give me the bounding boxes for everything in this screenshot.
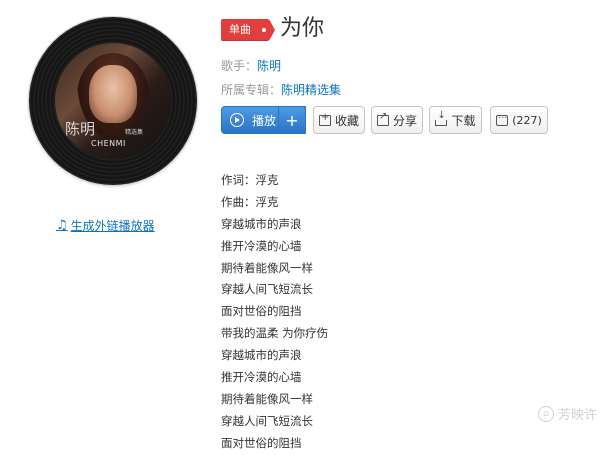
album-cover-disc: 陈明 精选集 CHENMI	[29, 17, 197, 185]
share-button[interactable]: 分享	[371, 106, 423, 134]
single-badge: 单曲	[221, 19, 275, 41]
lyric-line: 穿越城市的声浪	[221, 216, 302, 231]
download-icon	[435, 110, 448, 126]
lyric-line: 穿越人间飞短流长	[221, 282, 313, 297]
comment-button[interactable]: (227)	[490, 106, 548, 134]
play-label: 播放	[252, 113, 277, 128]
badge-dot	[262, 28, 266, 32]
lyric-line: 期待着能像风一样	[221, 391, 313, 406]
lyric-line: 推开冷漠的心墙	[221, 370, 302, 385]
lyric-line: 穿越人间飞短流长	[221, 413, 313, 428]
album-link[interactable]: 陈明精选集	[281, 83, 341, 97]
favorite-button[interactable]: 收藏	[313, 106, 365, 134]
download-button[interactable]: 下载	[429, 106, 482, 134]
artist-link[interactable]: 陈明	[257, 59, 281, 73]
artist-row: 歌手：陈明	[221, 57, 281, 74]
album-row: 所属专辑：陈明精选集	[221, 81, 341, 98]
external-player-link[interactable]: ♫ 生成外链播放器	[56, 217, 155, 234]
lyrics-list: 作词：浮克 作曲：浮克 穿越城市的声浪 推开冷漠的心墙 期待着能像风一样 穿越人…	[221, 170, 328, 455]
watermark: ⌂ 芳映许	[537, 404, 597, 423]
cover-subtitle-text: 精选集	[125, 129, 144, 136]
song-title: 为你	[280, 16, 325, 41]
lyric-line: 期待着能像风一样	[221, 260, 313, 275]
comment-icon	[496, 111, 509, 126]
watermark-logo-icon: ⌂	[537, 405, 554, 422]
favorite-icon	[318, 112, 331, 126]
cover-latin-text: CHENMI	[91, 139, 126, 148]
cover-face	[89, 65, 137, 123]
lyric-line: 作曲：浮克	[221, 194, 279, 209]
watermark-text: 芳映许	[557, 408, 597, 423]
add-to-playlist-button[interactable]: +	[278, 106, 306, 134]
lyric-line: 作词：浮克	[221, 173, 279, 187]
lyric-line: 面对世俗的阻挡	[221, 304, 302, 319]
comment-count: (227)	[512, 113, 542, 127]
lyric-line: 穿越城市的声浪	[221, 348, 302, 363]
album-cover-image: 陈明 精选集 CHENMI	[55, 43, 171, 159]
favorite-label: 收藏	[334, 113, 359, 128]
share-icon	[376, 111, 389, 126]
download-label: 下载	[451, 113, 476, 128]
music-note-icon: ♫	[56, 218, 68, 233]
play-circle-icon	[230, 113, 244, 127]
album-label: 所属专辑：	[221, 83, 282, 97]
badge-label: 单曲	[229, 23, 251, 36]
lyric-line: 带我的温柔 为你疗伤	[221, 326, 329, 341]
share-label: 分享	[392, 113, 417, 128]
lyric-line: 面对世俗的阻挡	[221, 435, 302, 450]
lyric-line: 推开冷漠的心墙	[221, 238, 302, 253]
external-player-label: 生成外链播放器	[70, 219, 155, 233]
cover-title-text: 陈明	[65, 120, 96, 138]
artist-label: 歌手：	[221, 59, 258, 73]
add-icon: +	[285, 110, 299, 130]
